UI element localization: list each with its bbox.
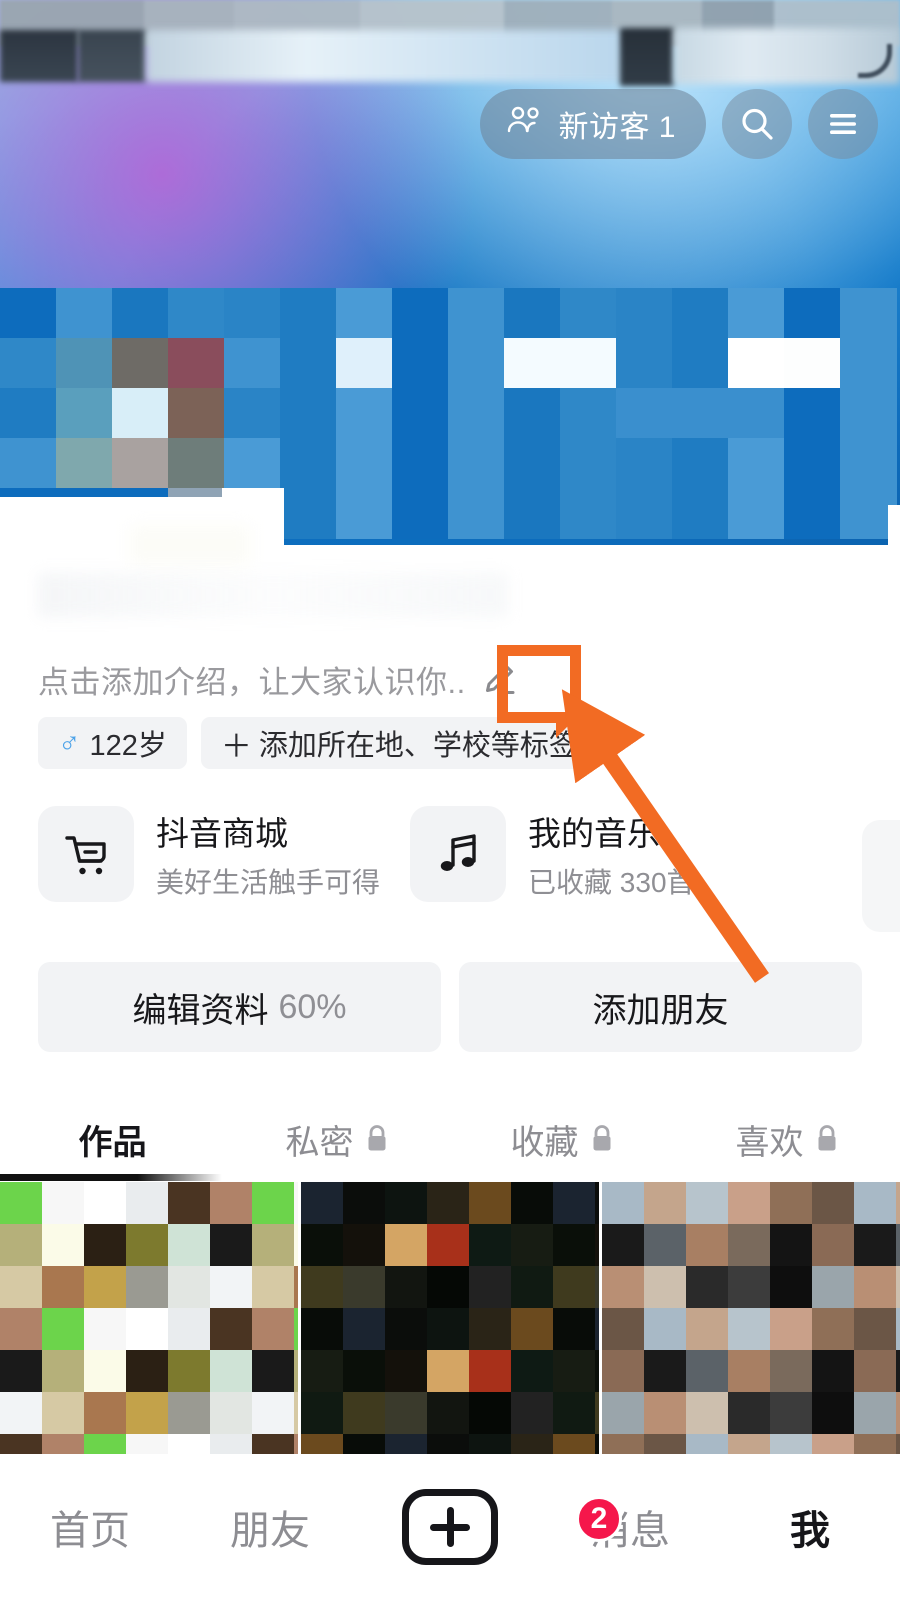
new-visitor-button[interactable]: 新访客 1 (480, 89, 706, 159)
shortcut-cards: 抖音商城 美好生活触手可得 我的音乐 已收藏 330首 (38, 806, 695, 902)
redacted-username (38, 573, 508, 617)
profile-actions: 编辑资料 60% 添加朋友 (38, 962, 862, 1052)
plus-create-icon[interactable] (402, 1489, 498, 1565)
search-icon (738, 105, 776, 143)
lock-icon (589, 1124, 615, 1154)
nav-item-messages[interactable]: 消息 2 (540, 1496, 720, 1556)
tab-favorites[interactable]: 收藏 (450, 1096, 675, 1182)
hamburger-menu-icon (825, 110, 861, 138)
shopping-cart-icon (38, 806, 134, 902)
message-badge: 2 (576, 1496, 622, 1542)
nav-item-friends[interactable]: 朋友 (180, 1498, 360, 1556)
video-thumbnail[interactable]: 所做的最美好的努力。 (301, 1182, 599, 1454)
bottom-navigation: 首页 朋友 消息 2 我 (0, 1454, 900, 1600)
profile-banner (0, 0, 900, 545)
music-note-icon (410, 806, 507, 902)
card-subtitle: 已收藏 330首 (528, 867, 695, 898)
content-tabs: 作品 私密 收藏 喜欢 (0, 1096, 900, 1182)
male-gender-icon: ♂ (58, 726, 81, 759)
tab-private[interactable]: 私密 (225, 1096, 450, 1182)
top-bar: 新访客 1 (0, 86, 900, 162)
nav-item-me[interactable]: 我 (720, 1498, 900, 1556)
add-friend-label: 添加朋友 (592, 991, 729, 1030)
status-bar-block (0, 30, 78, 82)
edit-profile-percent: 60% (278, 987, 347, 1026)
edit-profile-button[interactable]: 编辑资料 60% (38, 962, 441, 1052)
status-bar-block (146, 30, 626, 82)
tab-label: 私密 (285, 1123, 354, 1162)
tag-add-label: 添加所在地、学校等标签 (258, 730, 578, 762)
tag-add-location-school[interactable]: ＋ 添加所在地、学校等标签 (200, 717, 598, 769)
tag-age[interactable]: ♂ 122岁 (38, 717, 187, 769)
card-partial-next[interactable] (862, 820, 900, 932)
banner-white-strip (888, 505, 900, 545)
nav-item-home[interactable]: 首页 (0, 1498, 180, 1556)
card-subtitle: 美好生活触手可得 (156, 867, 381, 898)
tab-works[interactable]: 作品 (0, 1096, 225, 1182)
redacted-name-blur (130, 525, 250, 565)
tab-likes[interactable]: 喜欢 (675, 1096, 900, 1182)
lock-icon (364, 1124, 390, 1154)
nav-label: 朋友 (230, 1509, 310, 1553)
tag-age-label: 122岁 (89, 730, 167, 762)
bio-placeholder-text: 点击添加介绍，让大家认识你.. (38, 664, 466, 700)
video-thumbnail[interactable] (602, 1182, 900, 1454)
menu-button[interactable] (808, 89, 878, 159)
search-button[interactable] (722, 89, 792, 159)
profile-tags: ♂ 122岁 ＋ 添加所在地、学校等标签 (38, 717, 598, 769)
card-title: 我的音乐 (528, 815, 661, 852)
annotation-highlight-tail (556, 716, 578, 738)
new-visitor-label: 新访客 1 (558, 111, 676, 144)
plus-icon: ＋ (220, 728, 252, 764)
video-thumbnail[interactable] (0, 1182, 298, 1454)
video-grid: 所做的最美好的努力。 (0, 1182, 900, 1454)
people-icon (506, 105, 544, 143)
tab-label: 收藏 (510, 1123, 579, 1162)
nav-label: 首页 (50, 1509, 130, 1553)
lock-icon (814, 1124, 840, 1154)
annotation-highlight-box (497, 645, 581, 723)
nav-item-create[interactable] (360, 1489, 540, 1565)
tab-label: 作品 (78, 1123, 147, 1162)
plus-bar-v (446, 1507, 454, 1547)
status-bar-block (78, 30, 146, 82)
tab-label: 喜欢 (735, 1123, 804, 1162)
card-my-music[interactable]: 我的音乐 已收藏 330首 (410, 806, 695, 902)
status-bar-block (620, 28, 674, 86)
edit-profile-label: 编辑资料 (132, 991, 269, 1030)
add-friend-button[interactable]: 添加朋友 (459, 962, 862, 1052)
nav-label: 我 (790, 1509, 830, 1553)
card-douyin-mall[interactable]: 抖音商城 美好生活触手可得 (38, 806, 380, 902)
active-tab-indicator (0, 1174, 222, 1181)
card-title: 抖音商城 (156, 815, 288, 852)
